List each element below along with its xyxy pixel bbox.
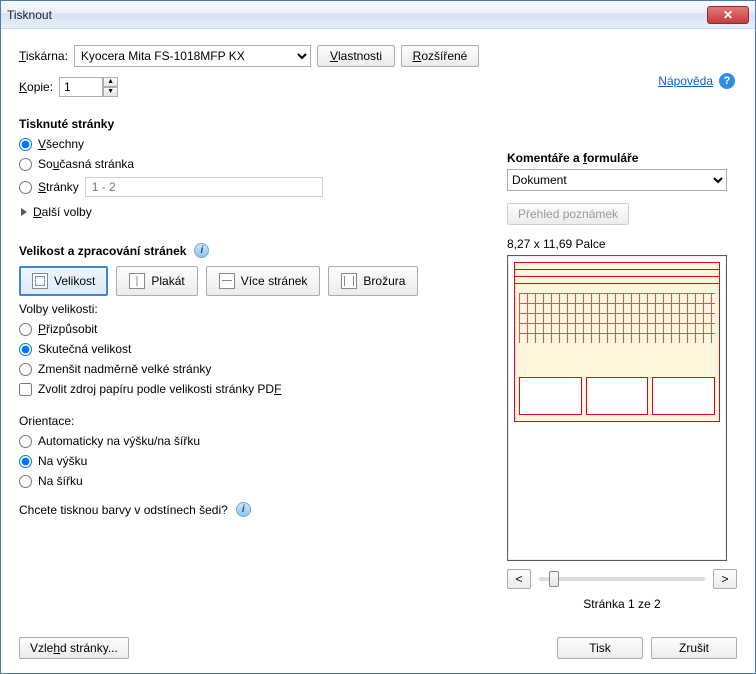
advanced-button[interactable]: Rozšířené bbox=[401, 45, 479, 67]
paper-source-row[interactable]: Zvolit zdroj papíru podle velikosti strá… bbox=[19, 382, 479, 396]
disclosure-triangle-icon bbox=[21, 208, 27, 216]
pages-current-row[interactable]: Současná stránka bbox=[19, 157, 479, 171]
copies-down[interactable]: ▼ bbox=[103, 87, 118, 97]
brochure-icon bbox=[341, 273, 357, 289]
grayscale-label: Chcete tisknou barvy v odstínech šedi? bbox=[19, 503, 228, 517]
tab-multi[interactable]: Více stránek bbox=[206, 266, 321, 296]
orient-landscape-row[interactable]: Na šířku bbox=[19, 474, 479, 488]
multi-page-icon bbox=[219, 273, 235, 289]
pages-all-label: Všechny bbox=[38, 137, 84, 151]
printer-row: Tiskárna: Kyocera Mita FS-1018MFP KX Vla… bbox=[19, 45, 479, 67]
orient-landscape-label: Na šířku bbox=[38, 474, 83, 488]
print-preview bbox=[507, 255, 727, 561]
pages-all-row[interactable]: Všechny bbox=[19, 137, 479, 151]
poster-icon bbox=[129, 273, 145, 289]
orient-landscape-radio[interactable] bbox=[19, 475, 32, 488]
orientation-heading: Orientace: bbox=[19, 414, 479, 428]
close-button[interactable]: ✕ bbox=[707, 6, 749, 24]
orient-auto-label: Automaticky na výšku/na šířku bbox=[38, 434, 200, 448]
comments-heading: Komentáře a formuláře bbox=[507, 151, 737, 165]
grayscale-row: Chcete tisknou barvy v odstínech šedi? i bbox=[19, 502, 479, 517]
page-indicator: Stránka 1 ze 2 bbox=[507, 597, 737, 611]
slider-thumb[interactable] bbox=[549, 571, 559, 587]
actual-radio[interactable] bbox=[19, 343, 32, 356]
next-page-button[interactable]: > bbox=[713, 569, 737, 589]
copies-up[interactable]: ▲ bbox=[103, 77, 118, 87]
right-column: Komentáře a formuláře Dokument Přehled p… bbox=[507, 139, 737, 611]
pages-range-radio[interactable] bbox=[19, 181, 32, 194]
printer-label: Tiskárna: bbox=[19, 49, 68, 63]
printer-select[interactable]: Kyocera Mita FS-1018MFP KX bbox=[74, 45, 311, 67]
shrink-label: Zmenšit nadměrně velké stránky bbox=[38, 362, 211, 376]
dialog-footer: Vzlehd stránky... Tisk Zrušit bbox=[19, 637, 737, 659]
cancel-button[interactable]: Zrušit bbox=[651, 637, 737, 659]
actual-label: Skutečná velikost bbox=[38, 342, 131, 356]
print-dialog: Tisknout ✕ Nápověda ? Tiskárna: Kyocera … bbox=[0, 0, 756, 674]
help-area: Nápověda ? bbox=[658, 73, 735, 89]
prev-page-button[interactable]: < bbox=[507, 569, 531, 589]
orient-portrait-radio[interactable] bbox=[19, 455, 32, 468]
more-options-label: Další volby bbox=[33, 205, 92, 219]
print-button[interactable]: Tisk bbox=[557, 637, 643, 659]
pages-heading: Tisknuté stránky bbox=[19, 117, 479, 131]
fit-radio[interactable] bbox=[19, 323, 32, 336]
copies-row: Kopie: ▲ ▼ bbox=[19, 77, 479, 97]
copies-label: Kopie: bbox=[19, 80, 53, 94]
copies-input[interactable] bbox=[59, 77, 103, 97]
page-setup-button[interactable]: Vzlehd stránky... bbox=[19, 637, 129, 659]
pages-range-label: Stránky bbox=[38, 180, 79, 194]
left-column: Tiskárna: Kyocera Mita FS-1018MFP KX Vla… bbox=[19, 45, 479, 517]
orient-auto-row[interactable]: Automaticky na výšku/na šířku bbox=[19, 434, 479, 448]
help-link[interactable]: Nápověda bbox=[658, 74, 713, 88]
preview-dimensions: 8,27 x 11,69 Palce bbox=[507, 237, 737, 251]
shrink-radio[interactable] bbox=[19, 363, 32, 376]
orient-portrait-label: Na výšku bbox=[38, 454, 87, 468]
titlebar: Tisknout ✕ bbox=[1, 1, 755, 29]
help-icon[interactable]: ? bbox=[719, 73, 735, 89]
paper-source-checkbox[interactable] bbox=[19, 383, 32, 396]
pages-current-radio[interactable] bbox=[19, 158, 32, 171]
tab-size[interactable]: Velikost bbox=[19, 266, 108, 296]
dialog-content: Nápověda ? Tiskárna: Kyocera Mita FS-101… bbox=[1, 29, 755, 673]
window-title: Tisknout bbox=[7, 8, 52, 22]
preview-pager: < > bbox=[507, 569, 737, 589]
pages-current-label: Současná stránka bbox=[38, 157, 134, 171]
more-options-toggle[interactable]: Další volby bbox=[21, 205, 479, 219]
size-tabs: Velikost Plakát Více stránek Brožura bbox=[19, 266, 479, 296]
size-heading: Velikost a zpracování stránek i bbox=[19, 243, 479, 258]
info-icon[interactable]: i bbox=[236, 502, 251, 517]
copies-spinner: ▲ ▼ bbox=[59, 77, 118, 97]
properties-button[interactable]: Vlastnosti bbox=[317, 45, 395, 67]
size-options-label: Volby velikosti: bbox=[19, 302, 479, 316]
tab-brochure[interactable]: Brožura bbox=[328, 266, 418, 296]
actual-row[interactable]: Skutečná velikost bbox=[19, 342, 479, 356]
info-icon[interactable]: i bbox=[194, 243, 209, 258]
page-slider[interactable] bbox=[539, 577, 705, 581]
size-icon bbox=[32, 273, 48, 289]
pages-all-radio[interactable] bbox=[19, 138, 32, 151]
pages-range-input[interactable] bbox=[85, 177, 323, 197]
paper-source-label: Zvolit zdroj papíru podle velikosti strá… bbox=[38, 382, 281, 396]
preview-page-content bbox=[514, 262, 720, 422]
comments-select[interactable]: Dokument bbox=[507, 169, 727, 191]
close-icon: ✕ bbox=[723, 8, 733, 22]
shrink-row[interactable]: Zmenšit nadměrně velké stránky bbox=[19, 362, 479, 376]
orient-auto-radio[interactable] bbox=[19, 435, 32, 448]
tab-poster[interactable]: Plakát bbox=[116, 266, 197, 296]
summarize-comments-button: Přehled poznámek bbox=[507, 203, 629, 225]
fit-label: Přizpůsobit bbox=[38, 322, 97, 336]
fit-row[interactable]: Přizpůsobit bbox=[19, 322, 479, 336]
orient-portrait-row[interactable]: Na výšku bbox=[19, 454, 479, 468]
pages-range-row[interactable]: Stránky bbox=[19, 177, 479, 197]
